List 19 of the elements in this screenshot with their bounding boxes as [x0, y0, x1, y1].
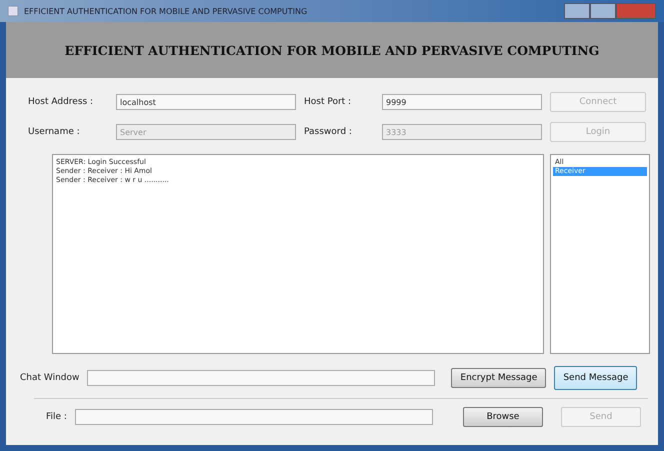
message-field[interactable]: [87, 370, 436, 386]
app-heading: EFFICIENT AUTHENTICATION FOR MOBILE AND PERVASIVE COMPUTING: [64, 42, 600, 58]
text-field[interactable]: 9999: [382, 94, 542, 110]
encrypt-button[interactable]: Encrypt Message: [451, 368, 546, 388]
field-label: Host Address :: [28, 97, 94, 107]
app-icon: [8, 6, 18, 16]
field-label: Host Port :: [304, 97, 352, 107]
maximize-button[interactable]: [590, 3, 616, 19]
file-field[interactable]: [74, 409, 433, 425]
send-message-button[interactable]: Send Message: [554, 366, 638, 390]
browse-button[interactable]: Browse: [462, 407, 543, 427]
chat-label: Chat Window: [20, 373, 80, 383]
text-field[interactable]: localhost: [116, 94, 296, 110]
close-button[interactable]: [616, 3, 656, 19]
field-label: Password :: [304, 127, 353, 137]
window-title: EFFICIENT AUTHENTICATION FOR MOBILE AND PERVASIVE COMPUTING: [24, 6, 308, 16]
field-label: Username :: [28, 127, 81, 137]
minimize-button[interactable]: [564, 3, 590, 19]
file-label: File :: [46, 412, 67, 422]
